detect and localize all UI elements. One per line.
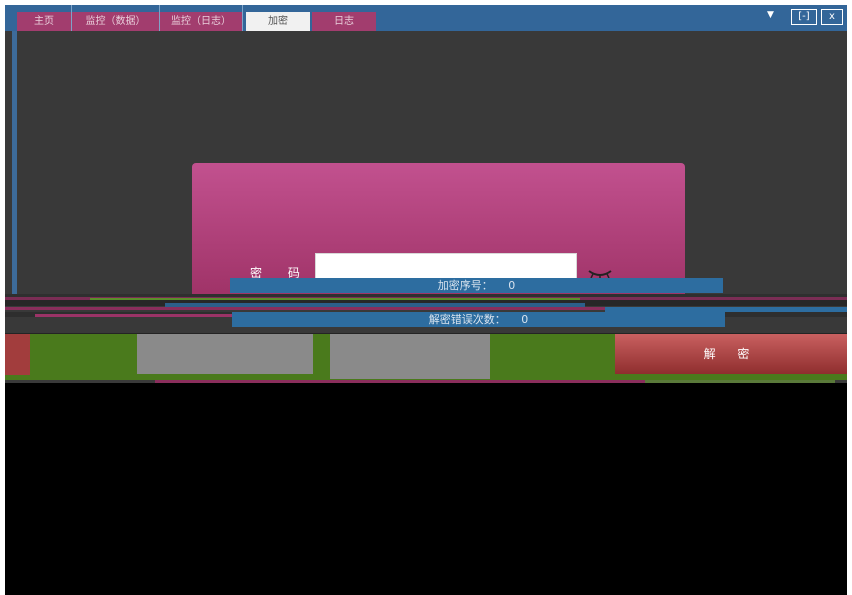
tab-monitor-log[interactable]: 监控（日志） (160, 12, 242, 31)
glitch-band (645, 380, 835, 383)
close-button[interactable]: x (821, 9, 843, 25)
gray-block (137, 334, 313, 374)
glitch-band (155, 380, 645, 383)
error-count-bar: 解密错误次数： 0 (232, 312, 725, 327)
workspace: 密 码 (5, 31, 847, 383)
tab-divider (242, 5, 243, 31)
error-count-value: 0 (521, 313, 529, 326)
app-window: 主页 监控（数据） 监控（日志） 加密 日志 ▼ [-] x 密 码 加密序号：… (5, 5, 847, 595)
tab-log[interactable]: 日志 (312, 12, 376, 31)
dropdown-arrow-icon[interactable]: ▼ (767, 10, 774, 20)
encrypt-index-label: 加密序号： (437, 279, 493, 292)
tab-home[interactable]: 主页 (17, 12, 71, 31)
error-count-label: 解密错误次数： (428, 313, 506, 326)
restore-button[interactable]: [-] (791, 9, 817, 25)
gray-block (330, 334, 490, 379)
encrypt-index-value: 0 (508, 279, 516, 292)
encrypt-index-bar: 加密序号： 0 (230, 278, 723, 293)
title-bar: 主页 监控（数据） 监控（日志） 加密 日志 ▼ [-] x (5, 5, 847, 31)
left-strip (12, 31, 17, 301)
tab-monitor-data[interactable]: 监控（数据） (72, 12, 159, 31)
tab-encrypt[interactable]: 加密 (246, 12, 310, 31)
glitch-red-block (5, 334, 30, 375)
decrypt-button[interactable]: 解 密 (615, 334, 847, 374)
